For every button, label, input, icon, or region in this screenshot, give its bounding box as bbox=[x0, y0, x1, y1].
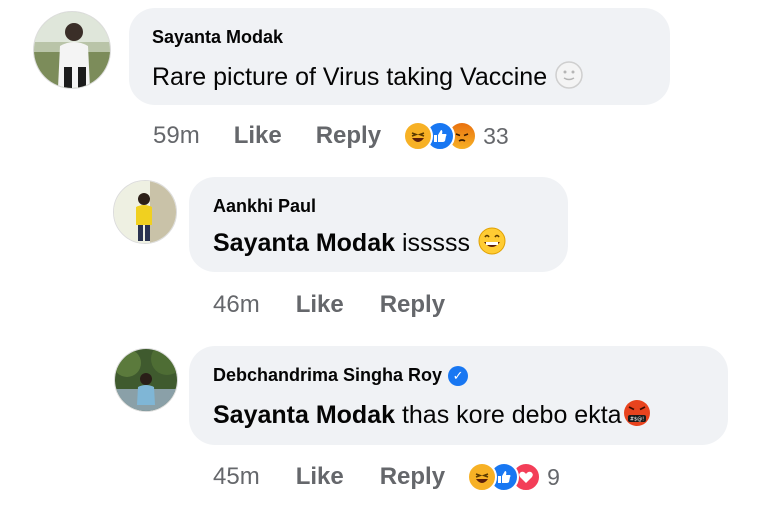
like-button[interactable]: Like bbox=[234, 122, 282, 150]
haha-icon bbox=[403, 121, 434, 151]
smiley-icon bbox=[554, 60, 584, 97]
reply-button[interactable]: Reply bbox=[316, 122, 381, 150]
reply-button[interactable]: Reply bbox=[380, 463, 445, 491]
comment-text-body: thas kore debo ekta bbox=[395, 401, 622, 430]
avatar-aankhi[interactable] bbox=[113, 180, 177, 244]
comment-time[interactable]: 45m bbox=[213, 463, 260, 491]
grinning-face-icon bbox=[477, 226, 507, 263]
comment-bubble-1: Sayanta Modak Rare picture of Virus taki… bbox=[129, 8, 670, 105]
reaction-count: 9 bbox=[547, 463, 560, 490]
comment-author[interactable]: Aankhi Paul bbox=[213, 196, 316, 217]
comment-text: Sayanta Modak isssss bbox=[213, 226, 507, 263]
like-button[interactable]: Like bbox=[296, 291, 344, 319]
mention-link[interactable]: Sayanta Modak bbox=[213, 229, 395, 257]
comment-meta-1: 59m Like Reply 33 bbox=[153, 119, 509, 153]
comment-author[interactable]: Sayanta Modak bbox=[152, 27, 283, 48]
reply-button[interactable]: Reply bbox=[380, 291, 445, 319]
verified-badge-icon: ✓ bbox=[448, 366, 469, 387]
comment-text: Rare picture of Virus taking Vaccine bbox=[152, 60, 584, 97]
comment-meta-3: 45m Like Reply 9 bbox=[213, 460, 560, 494]
like-button[interactable]: Like bbox=[296, 463, 344, 491]
comment-bubble-2: Aankhi Paul Sayanta Modak isssss bbox=[189, 177, 568, 272]
haha-icon bbox=[467, 462, 498, 492]
comment-meta-2: 46m Like Reply bbox=[213, 288, 445, 322]
comment-text-body: isssss bbox=[395, 229, 471, 258]
cursing-face-icon: #$@! bbox=[622, 398, 652, 435]
comment-text-body: Rare picture of Virus taking Vaccine bbox=[152, 63, 548, 92]
reaction-count: 33 bbox=[483, 122, 509, 149]
comment-text: Sayanta Modak thas kore debo ekta #$@! bbox=[213, 398, 652, 435]
comment-time[interactable]: 59m bbox=[153, 122, 200, 150]
comment-time[interactable]: 46m bbox=[213, 291, 260, 319]
avatar-debchandrima[interactable] bbox=[114, 348, 178, 412]
reactions-summary[interactable]: 33 bbox=[403, 121, 509, 151]
comment-author[interactable]: Debchandrima Singha Roy ✓ bbox=[213, 365, 469, 387]
comment-bubble-3: Debchandrima Singha Roy ✓ Sayanta Modak t… bbox=[189, 346, 728, 445]
avatar-sayanta[interactable] bbox=[33, 11, 111, 89]
comment-author-name[interactable]: Debchandrima Singha Roy bbox=[213, 365, 442, 385]
svg-text:#$@!: #$@! bbox=[629, 417, 643, 423]
reactions-summary[interactable]: 9 bbox=[467, 462, 560, 492]
mention-link[interactable]: Sayanta Modak bbox=[213, 401, 395, 429]
